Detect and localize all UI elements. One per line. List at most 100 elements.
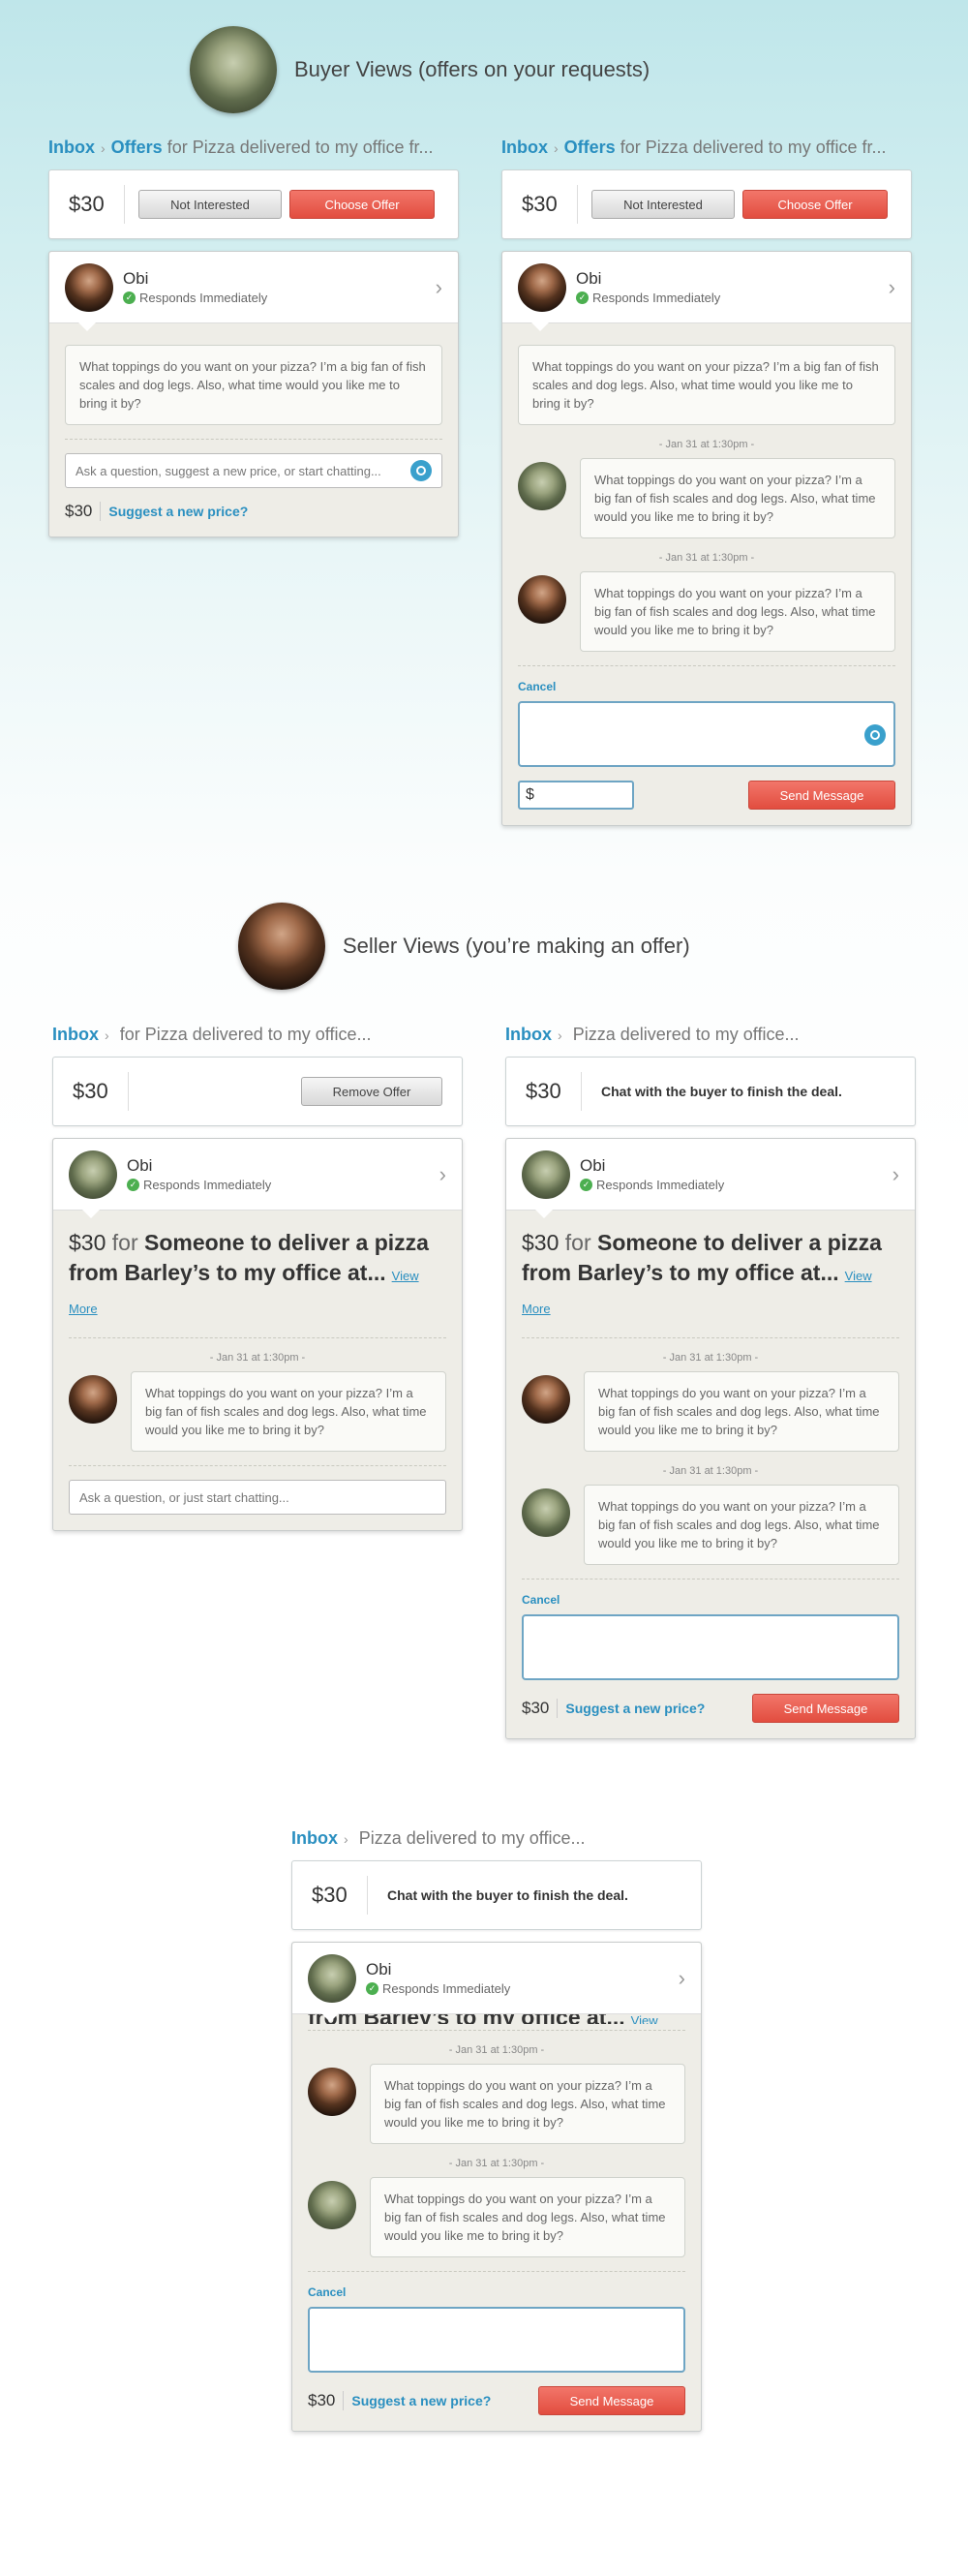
send-footer: $30 Suggest a new price? Send Message xyxy=(308,2386,685,2415)
check-icon: ✓ xyxy=(123,291,136,304)
buyer-status: ✓ Responds Immediately xyxy=(580,1178,724,1192)
buyer-header[interactable]: Obi ✓ Responds Immediately › xyxy=(53,1139,462,1218)
chevron-right-icon[interactable]: › xyxy=(889,275,895,300)
yoda-avatar xyxy=(522,1150,570,1199)
breadcrumb-inbox-link[interactable]: Inbox xyxy=(505,1025,552,1044)
breadcrumb-offers-link[interactable]: Offers xyxy=(111,138,163,157)
offer-price: $30 xyxy=(69,185,125,224)
buyer-status: ✓ Responds Immediately xyxy=(366,1981,510,1996)
divider xyxy=(308,2271,685,2272)
breadcrumb: Inbox › Offers for Pizza delivered to my o… xyxy=(48,138,434,157)
message-bubble: What toppings do you want on your pizza?… xyxy=(518,345,895,425)
offer-line2: from Barley’s to my office at... xyxy=(69,1260,386,1285)
obi-avatar xyxy=(65,262,113,312)
not-interested-button[interactable]: Not Interested xyxy=(138,190,282,219)
message-row: What toppings do you want on your pizza?… xyxy=(308,2064,685,2144)
buyer-header[interactable]: Obi ✓ Responds Immediately › xyxy=(292,1943,701,2022)
send-footer: $ Send Message xyxy=(518,781,895,810)
message-textarea[interactable] xyxy=(308,2307,685,2373)
conversation-card: Obi ✓ Responds Immediately › $30 for Some… xyxy=(52,1138,463,1531)
offer-price: $30 xyxy=(526,1072,582,1111)
cancel-link[interactable]: Cancel xyxy=(308,2285,685,2299)
buyer-view-collapsed: Inbox › Offers for Pizza delivered to my o… xyxy=(48,135,459,537)
timestamp: - Jan 31 at 1:30pm - xyxy=(448,2158,545,2169)
offer-line2: from Barley’s to my office at... xyxy=(522,1260,839,1285)
timestamp: - Jan 31 at 1:30pm - xyxy=(658,552,755,564)
message-row: What toppings do you want on your pizza?… xyxy=(308,2177,685,2257)
conversation-card: Obi ✓ Responds Immediately › $30 for Some… xyxy=(505,1138,916,1739)
offer-price: $30 xyxy=(312,1876,368,1915)
message-textarea[interactable] xyxy=(522,1614,899,1680)
check-icon: ✓ xyxy=(366,1982,378,1995)
chevron-right-icon[interactable]: › xyxy=(439,1162,446,1187)
breadcrumb-inbox-link[interactable]: Inbox xyxy=(48,138,95,157)
cancel-link[interactable]: Cancel xyxy=(522,1593,899,1607)
camera-icon[interactable] xyxy=(864,724,886,746)
remove-offer-button[interactable]: Remove Offer xyxy=(301,1077,442,1106)
choose-offer-button[interactable]: Choose Offer xyxy=(742,190,888,219)
buyer-name: Obi xyxy=(366,1960,392,1978)
status-text: Responds Immediately xyxy=(143,1178,272,1192)
camera-icon[interactable] xyxy=(410,460,432,481)
not-interested-button[interactable]: Not Interested xyxy=(591,190,735,219)
message-textarea[interactable] xyxy=(518,701,895,767)
buyer-header[interactable]: Obi ✓ Responds Immediately › xyxy=(506,1139,915,1218)
buyer-name: Obi xyxy=(127,1156,153,1175)
cancel-link[interactable]: Cancel xyxy=(518,680,895,693)
offer-title: $30 for Someone to deliver a pizza from B… xyxy=(522,1228,899,1324)
divider xyxy=(308,2030,685,2031)
card-body: What toppings do you want on your pizza?… xyxy=(49,323,458,537)
offer-price-bar: $30 Not Interested Choose Offer xyxy=(48,169,459,239)
breadcrumb-title: for Pizza delivered to my office... xyxy=(119,1025,372,1044)
offer-title: $30 for Someone to deliver a pizza from B… xyxy=(69,1228,446,1324)
card-body: $30 for Someone to deliver a pizza from B… xyxy=(53,1211,462,1530)
yoda-avatar xyxy=(308,1953,356,2003)
divider xyxy=(518,665,895,666)
chevron-right-icon[interactable]: › xyxy=(892,1162,899,1187)
timestamp: - Jan 31 at 1:30pm - xyxy=(662,1465,759,1477)
seller-name: Obi xyxy=(123,269,149,288)
card-body: from Barley’s to my office at...View Mor… xyxy=(292,2010,701,2431)
seller-title-text: Seller Views (you’re making an offer) xyxy=(343,934,690,958)
send-message-button[interactable]: Send Message xyxy=(752,1694,899,1723)
divider xyxy=(522,1337,899,1338)
check-icon: ✓ xyxy=(580,1179,592,1191)
seller-view-offer: Inbox › for Pizza delivered to my office.… xyxy=(52,1022,463,1531)
suggest-price-link[interactable]: Suggest a new price? xyxy=(108,504,248,519)
card-body: What toppings do you want on your pizza?… xyxy=(502,323,911,825)
breadcrumb-inbox-link[interactable]: Inbox xyxy=(52,1025,99,1044)
breadcrumb-title: Pizza delivered to my office... xyxy=(358,1828,586,1848)
chat-input[interactable]: Ask a question, suggest a new price, or … xyxy=(65,453,442,488)
suggest-price-link[interactable]: Suggest a new price? xyxy=(565,1701,705,1716)
status-text: Responds Immediately xyxy=(139,291,268,305)
seller-header[interactable]: Obi ✓ Responds Immediately › xyxy=(49,252,458,331)
price-input[interactable]: $ xyxy=(518,781,634,810)
breadcrumb-inbox-link[interactable]: Inbox xyxy=(291,1828,338,1848)
message-row: What toppings do you want on your pizza?… xyxy=(518,571,895,652)
breadcrumb-inbox-link[interactable]: Inbox xyxy=(501,138,548,157)
chevron-right-icon[interactable]: › xyxy=(436,275,442,300)
offer-amount: $30 xyxy=(69,1230,106,1255)
chat-note: Chat with the buyer to finish the deal. xyxy=(601,1084,842,1099)
offer-price: $30 xyxy=(73,1072,129,1111)
obi-avatar xyxy=(518,262,566,312)
send-message-button[interactable]: Send Message xyxy=(538,2386,685,2415)
footer-price: $30 xyxy=(522,1699,559,1718)
divider xyxy=(65,439,442,440)
conversation-card: Obi ✓ Responds Immediately › from Barley’… xyxy=(291,1942,702,2432)
chevron-right-icon[interactable]: › xyxy=(679,1966,685,1991)
timestamp: - Jan 31 at 1:30pm - xyxy=(209,1352,306,1364)
choose-offer-button[interactable]: Choose Offer xyxy=(289,190,435,219)
seller-header[interactable]: Obi ✓ Responds Immediately › xyxy=(502,252,911,331)
send-footer: $30 Suggest a new price? Send Message xyxy=(522,1694,899,1723)
send-message-button[interactable]: Send Message xyxy=(748,781,895,810)
breadcrumb-offers-link[interactable]: Offers xyxy=(564,138,616,157)
offer-amount: $30 xyxy=(522,1230,560,1255)
suggest-price-link[interactable]: Suggest a new price? xyxy=(351,2393,491,2408)
price-footer: $30 Suggest a new price? xyxy=(65,502,442,521)
message-bubble: What toppings do you want on your pizza?… xyxy=(584,1485,899,1565)
obi-avatar xyxy=(522,1375,570,1424)
chat-input[interactable]: Ask a question, or just start chatting..… xyxy=(69,1480,446,1515)
message-bubble: What toppings do you want on your pizza?… xyxy=(131,1371,446,1452)
seller-status: ✓ Responds Immediately xyxy=(123,291,267,305)
